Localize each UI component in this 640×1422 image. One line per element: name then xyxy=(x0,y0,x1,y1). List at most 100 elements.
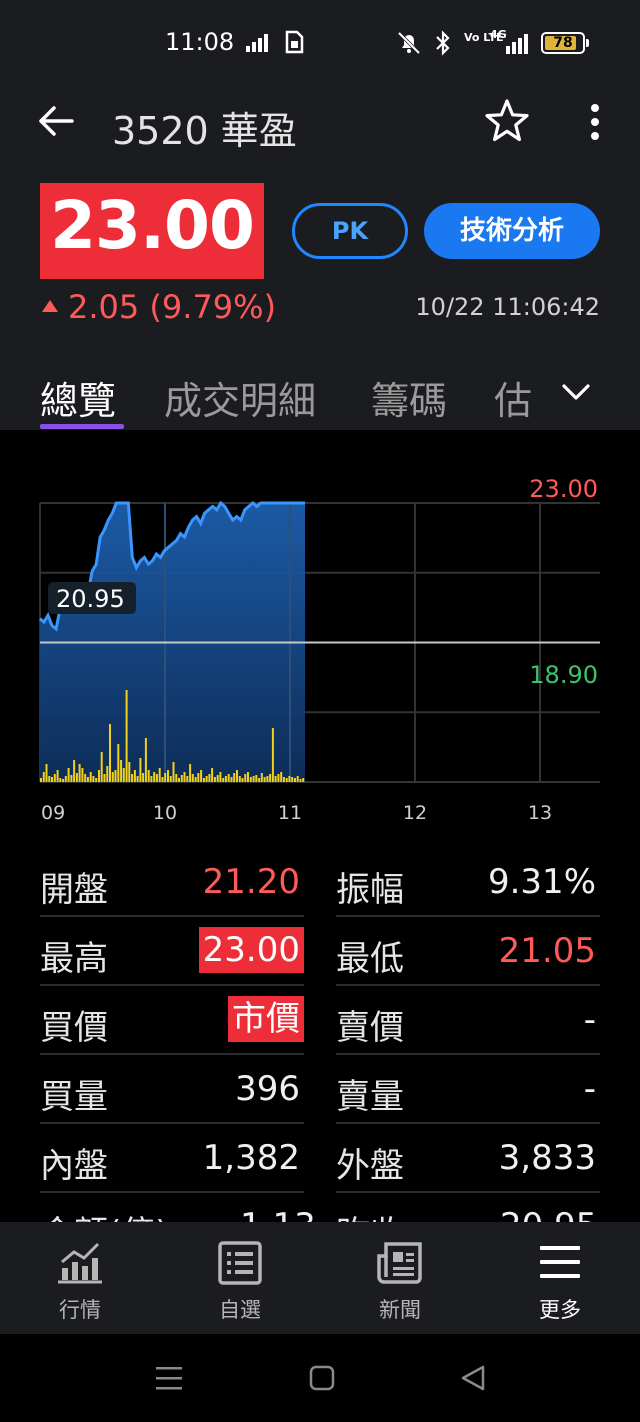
stats-row: 買價 市價 賣價 - xyxy=(40,986,600,1055)
stat-label: 賣價 xyxy=(336,1008,404,1048)
favorite-star-icon[interactable] xyxy=(484,98,530,144)
volume-bar xyxy=(294,778,296,782)
stats-row-partial: 金額(億) 1.13 昨收 20.95 xyxy=(40,1200,600,1222)
active-tab-indicator xyxy=(40,424,124,429)
system-navigation-bar xyxy=(0,1334,640,1422)
volume-bar xyxy=(208,774,211,782)
volume-bar xyxy=(67,768,70,782)
volume-bar xyxy=(53,774,56,782)
pk-button[interactable]: PK xyxy=(292,203,408,259)
volume-bar xyxy=(86,777,89,782)
technical-analysis-button[interactable]: 技術分析 xyxy=(424,203,600,259)
stat-label: 內盤 xyxy=(40,1146,108,1186)
x-tick-label: 10 xyxy=(153,802,177,824)
volume-bar xyxy=(205,776,208,782)
bottom-navigation: 行情 自選 新聞 更多 xyxy=(0,1222,640,1334)
volume-bar xyxy=(260,773,263,782)
quote-stats-grid: 開盤 21.20 振幅 9.31% 最高 23.00 最低 21.05 買價 市價 賣價 -… xyxy=(40,848,600,1193)
volume-bar xyxy=(75,773,78,782)
stat-label: 昨收 xyxy=(336,1206,404,1222)
back-icon[interactable] xyxy=(458,1364,488,1392)
recent-apps-icon[interactable] xyxy=(154,1364,184,1392)
volume-bar xyxy=(158,768,161,782)
nav-label: 自選 xyxy=(219,1298,261,1322)
battery-icon: 78 xyxy=(541,32,589,54)
volume-bar xyxy=(78,764,81,782)
volume-bar xyxy=(98,770,100,782)
tab-valuation[interactable]: 估 xyxy=(494,370,532,425)
volume-bar xyxy=(244,774,247,782)
volume-bar xyxy=(117,744,120,782)
volume-bar xyxy=(183,772,186,782)
volume-bar xyxy=(120,760,123,782)
stats-row: 最高 23.00 最低 21.05 xyxy=(40,917,600,986)
back-arrow-icon[interactable] xyxy=(36,104,76,138)
volume-bar xyxy=(291,777,294,782)
more-options-icon[interactable] xyxy=(582,102,608,142)
high-price-label: 23.00 xyxy=(529,475,598,503)
volume-bar xyxy=(95,778,98,782)
volume-bar xyxy=(56,770,59,782)
up-triangle-icon xyxy=(42,300,58,312)
nav-news[interactable]: 新聞 xyxy=(320,1222,480,1334)
volume-bar xyxy=(200,770,203,782)
high-price: 23.00 xyxy=(198,927,304,973)
volume-bar xyxy=(128,762,131,782)
stat-label: 金額(億) xyxy=(40,1206,169,1222)
volume-bar xyxy=(241,778,244,782)
volume-bar xyxy=(296,776,299,782)
volume-bar xyxy=(109,724,111,782)
volume-bar xyxy=(164,773,167,782)
volume-bar xyxy=(288,776,291,782)
stat-label: 外盤 xyxy=(336,1146,404,1186)
volume-bar xyxy=(238,776,241,782)
tab-trade-details[interactable]: 成交明細 xyxy=(164,370,316,425)
volume-bar xyxy=(282,777,285,782)
intraday-chart: 20.95 23.00 18.90 09 10 11 12 13 xyxy=(0,430,640,836)
volume-bar xyxy=(269,774,272,782)
volume-bar xyxy=(247,772,249,782)
stat-label: 買價 xyxy=(40,1008,108,1048)
volume-bar xyxy=(271,728,274,782)
nav-more[interactable]: 更多 xyxy=(480,1222,640,1334)
tab-overview[interactable]: 總覽 xyxy=(40,370,116,425)
volume-bar xyxy=(258,778,261,782)
volume-bar xyxy=(70,775,73,782)
volume-bar xyxy=(73,760,76,782)
volume-bar xyxy=(222,778,225,782)
reference-price-label: 20.95 xyxy=(56,585,125,613)
nav-label: 更多 xyxy=(539,1298,581,1322)
tab-chips[interactable]: 籌碼 xyxy=(371,370,447,425)
stats-row: 開盤 21.20 振幅 9.31% xyxy=(40,848,600,917)
volume-bar xyxy=(252,776,255,782)
volume-bar xyxy=(227,774,230,782)
signal-strength-icon xyxy=(246,34,268,52)
stat-label: 開盤 xyxy=(40,870,108,910)
stock-title: 3520 華盈 xyxy=(112,109,297,153)
volume-bar xyxy=(249,777,252,782)
volume-bar xyxy=(169,776,172,782)
nav-label: 新聞 xyxy=(379,1298,421,1322)
nav-watchlist[interactable]: 自選 xyxy=(160,1222,320,1334)
volume-bar xyxy=(175,774,178,782)
stats-row: 買量 396 賣量 - xyxy=(40,1055,600,1124)
x-tick-label: 09 xyxy=(41,802,65,824)
nav-market[interactable]: 行情 xyxy=(0,1222,160,1334)
news-icon xyxy=(377,1242,422,1284)
volume-bar xyxy=(266,776,269,782)
home-icon[interactable] xyxy=(308,1364,336,1392)
chevron-down-icon[interactable] xyxy=(560,380,592,406)
volume-bar xyxy=(202,778,205,782)
volume-bar xyxy=(64,776,67,782)
low-price: 21.05 xyxy=(498,931,596,971)
volume-bar xyxy=(219,772,222,782)
volume-bar xyxy=(136,776,139,782)
volume-bar xyxy=(236,770,238,782)
volume-bar xyxy=(51,777,53,782)
current-price: 23.00 xyxy=(40,183,264,279)
low-price-label: 18.90 xyxy=(529,661,598,689)
volume-bar xyxy=(263,777,266,782)
volume-bar xyxy=(189,764,192,782)
stat-label: 買量 xyxy=(40,1077,108,1117)
volume-bar xyxy=(178,778,180,782)
